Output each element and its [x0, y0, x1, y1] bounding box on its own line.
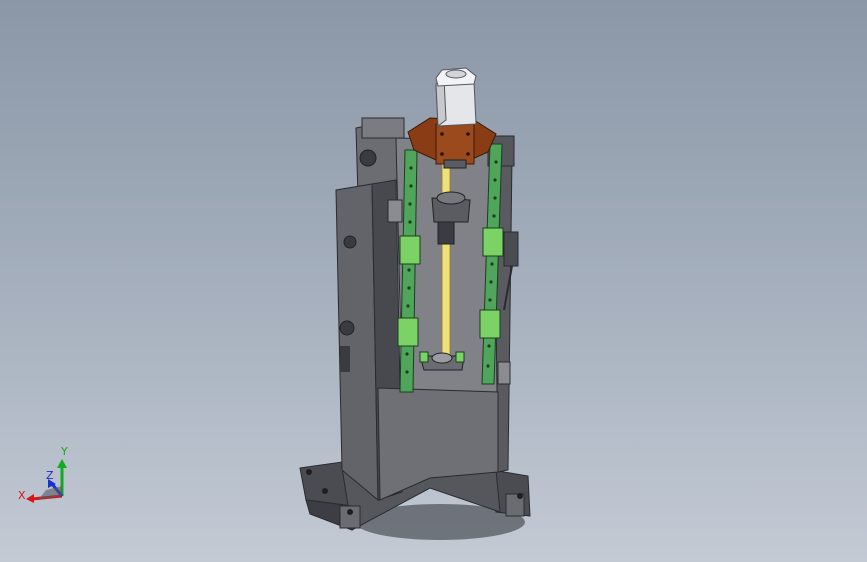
3d-viewport[interactable]: X Y Z	[0, 0, 867, 562]
column-hole-1	[359, 149, 377, 167]
column-hole-3	[339, 320, 355, 336]
bottom-clip-left	[419, 351, 429, 363]
column-left-wall	[335, 183, 379, 502]
mount-bolt-2	[466, 132, 470, 136]
carriage-right-lower	[479, 309, 501, 339]
mount-bolt-1	[440, 132, 444, 136]
mount-bolt-3	[440, 152, 444, 156]
mount-bolt-4	[466, 152, 470, 156]
side-block-left	[387, 199, 403, 223]
carriage-right-upper	[482, 227, 504, 257]
carriage-left-upper	[399, 235, 421, 265]
z-axis-label: Z	[46, 469, 54, 482]
y-axis-label: Y	[61, 445, 68, 458]
base-bolt-3	[517, 493, 523, 499]
column-hole-2	[343, 235, 357, 249]
column-slot-left	[340, 346, 350, 372]
coordinate-triad: X Y Z	[14, 440, 84, 510]
base-bolt-1	[306, 469, 312, 475]
bottom-clip-right	[455, 351, 465, 363]
motor-shaft-collar	[443, 159, 467, 169]
screw-nut-top	[436, 191, 466, 205]
cad-model-column-assembly[interactable]	[0, 0, 867, 562]
screw-coupling	[437, 221, 455, 245]
bottom-bearing	[431, 352, 453, 364]
side-block-right	[497, 361, 511, 385]
carriage-left-lower	[397, 317, 419, 347]
motor-connector	[445, 69, 467, 79]
motor-mount-body	[435, 123, 475, 165]
base-bolt-4	[347, 509, 353, 515]
triad-shadow	[38, 486, 62, 500]
base-bolt-2	[322, 488, 328, 494]
x-axis-label: X	[18, 489, 26, 502]
y-axis-arrow	[57, 459, 67, 468]
sensor-bracket	[503, 231, 519, 267]
top-bracket-left	[361, 117, 405, 139]
x-axis-arrow	[26, 494, 34, 503]
